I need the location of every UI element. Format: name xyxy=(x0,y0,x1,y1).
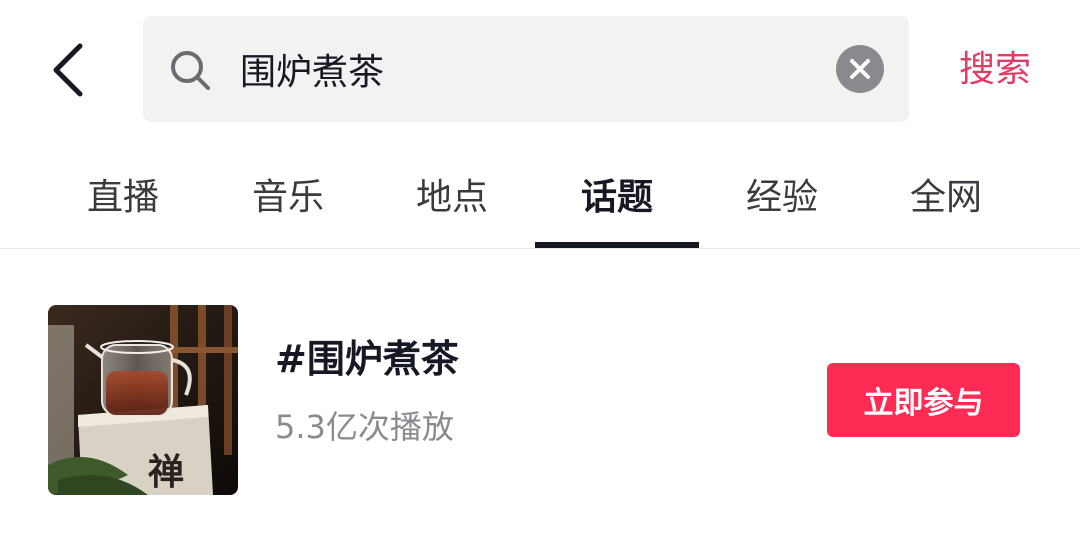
tab-topic[interactable]: 话题 xyxy=(535,140,699,248)
search-submit-button[interactable]: 搜索 xyxy=(940,40,1050,100)
tab-location[interactable]: 地点 xyxy=(370,140,534,248)
topic-title[interactable]: #围炉煮茶 xyxy=(275,328,459,383)
search-input[interactable] xyxy=(240,38,810,100)
close-icon xyxy=(850,59,870,79)
topic-thumbnail[interactable]: 禅 xyxy=(48,305,238,495)
category-tabs: 直播 音乐 地点 话题 经验 全网 xyxy=(0,140,1080,249)
thumbnail-calligraphy: 禅 xyxy=(148,451,185,493)
tab-music[interactable]: 音乐 xyxy=(206,140,370,248)
search-icon xyxy=(171,51,210,90)
clear-search-button[interactable] xyxy=(836,45,884,93)
back-button[interactable] xyxy=(36,30,100,110)
tab-all-web[interactable]: 全网 xyxy=(864,140,1028,248)
topic-result-row[interactable]: 禅 #围炉煮茶 5.3亿次播放 立即参与 xyxy=(0,290,1080,510)
join-topic-button[interactable]: 立即参与 xyxy=(827,363,1020,437)
tab-experience[interactable]: 经验 xyxy=(700,140,864,248)
topic-play-count: 5.3亿次播放 xyxy=(275,408,454,446)
tab-live[interactable]: 直播 xyxy=(41,140,205,248)
active-tab-indicator xyxy=(535,242,699,248)
chevron-left-icon xyxy=(53,43,83,97)
tea-pot-image xyxy=(48,305,238,495)
